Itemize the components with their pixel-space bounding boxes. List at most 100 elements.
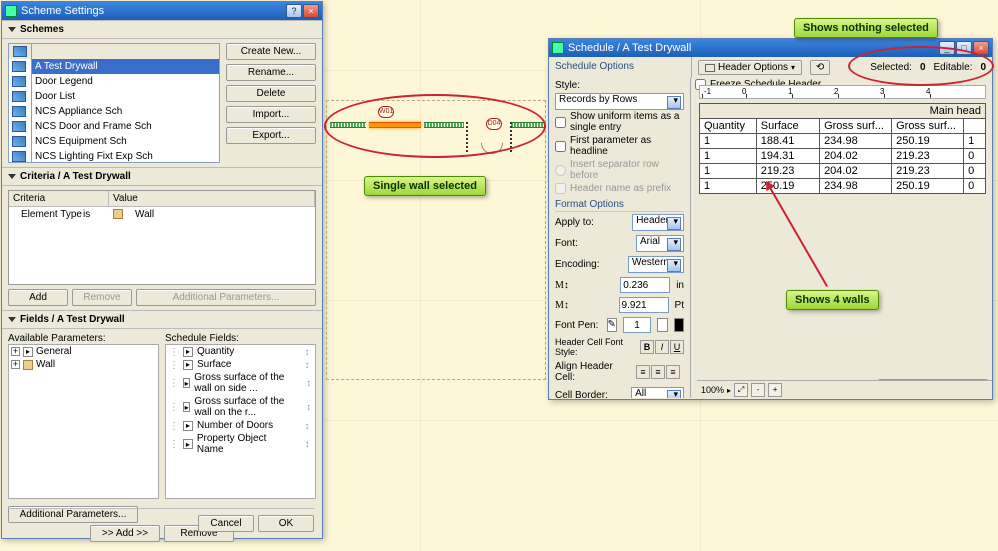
zoom-out-button[interactable]: - — [751, 383, 765, 397]
scheme-item[interactable]: NCS Lighting Fixt Exp Sch — [32, 149, 219, 163]
col-quantity[interactable]: Quantity — [700, 119, 757, 134]
field-row[interactable]: ⋮▸Gross surface of the wall on the r...↕ — [166, 395, 315, 419]
col-gross1[interactable]: Gross surf... — [820, 119, 892, 134]
close-icon[interactable]: × — [303, 4, 319, 18]
table-row[interactable]: 1188.41234.98250.191 — [700, 134, 986, 149]
scheme-icon-col — [8, 43, 32, 163]
field-row[interactable]: ⋮▸Surface↕ — [166, 358, 315, 371]
sort-icon[interactable]: ↕ — [302, 421, 312, 431]
available-params-tree[interactable]: +▸General +Wall — [8, 344, 159, 499]
col-surface[interactable]: Surface — [756, 119, 819, 134]
create-new-button[interactable]: Create New... — [226, 43, 316, 60]
pen-preview-fill[interactable] — [674, 318, 685, 332]
schedule-fields-list[interactable]: ⋮▸Quantity↕ ⋮▸Surface↕ ⋮▸Gross surface o… — [165, 344, 316, 499]
expand-icon[interactable]: + — [11, 360, 20, 369]
drag-icon[interactable]: ⋮ — [169, 378, 179, 388]
style-dropdown[interactable]: Records by Rows — [555, 93, 684, 110]
schedule-options-title: Schedule Options — [555, 59, 685, 73]
ok-button[interactable]: OK — [258, 515, 314, 532]
scheme-list[interactable]: A Test Drywall Door Legend Door List NCS… — [32, 43, 220, 163]
collapse-icon[interactable] — [8, 317, 16, 322]
add-criteria-button[interactable]: Add — [8, 289, 68, 306]
zoom-in-button[interactable]: + — [768, 383, 782, 397]
drag-icon[interactable]: ⋮ — [169, 439, 179, 449]
field-icon: ▸ — [183, 402, 190, 412]
schedule-table[interactable]: Quantity Surface Gross surf... Gross sur… — [699, 118, 986, 194]
sort-icon[interactable]: ↕ — [302, 347, 312, 357]
font-dropdown[interactable]: Arial — [636, 235, 684, 252]
size-input[interactable] — [619, 297, 669, 313]
table-row[interactable]: 1194.31204.02219.230 — [700, 149, 986, 164]
collapse-icon[interactable] — [8, 27, 16, 32]
drag-icon[interactable]: ⋮ — [169, 402, 179, 412]
criteria-grid[interactable]: Criteria Value Element Type is Wall — [8, 190, 316, 285]
col-extra[interactable] — [964, 119, 986, 134]
field-icon: ▸ — [183, 439, 193, 449]
chk-first-headline[interactable]: First parameter as headline — [555, 134, 684, 158]
category-icon[interactable] — [13, 46, 27, 57]
scheme-item[interactable]: Door List — [32, 89, 219, 104]
zoom-fit-button[interactable]: ⤢ — [734, 383, 748, 397]
import-button[interactable]: Import... — [226, 106, 316, 123]
field-row[interactable]: ⋮▸Gross surface of the wall on side ...↕ — [166, 371, 315, 395]
scheme-item[interactable]: NCS Equipment Sch — [32, 134, 219, 149]
sort-icon[interactable]: ↕ — [302, 439, 312, 449]
scheme-item[interactable]: Door Legend — [32, 74, 219, 89]
chk-uniform[interactable]: Show uniform items as a single entry — [555, 110, 684, 134]
scheme-icon — [12, 91, 26, 102]
header-options-button[interactable]: Header Options ▾ — [698, 60, 802, 75]
scheme-item[interactable]: NCS Appliance Sch — [32, 104, 219, 119]
schedule-title: Schedule / A Test Drywall — [568, 42, 691, 54]
align-left-button[interactable]: ≡ — [636, 365, 650, 379]
bold-button[interactable]: B — [640, 340, 654, 354]
scheme-icon — [12, 151, 26, 162]
criteria-op: is — [83, 209, 113, 220]
rename-button[interactable]: Rename... — [226, 64, 316, 81]
apply-dropdown[interactable]: Header — [632, 214, 684, 231]
delete-button[interactable]: Delete — [226, 85, 316, 102]
field-row[interactable]: ⋮▸Property Object Name↕ — [166, 432, 315, 456]
callout-single-wall: Single wall selected — [364, 176, 486, 196]
tree-node[interactable]: +▸General — [9, 345, 158, 358]
height-input[interactable] — [620, 277, 670, 293]
drag-icon[interactable]: ⋮ — [169, 360, 179, 370]
sort-icon[interactable]: ↕ — [305, 402, 312, 412]
tree-node[interactable]: +Wall — [9, 358, 158, 371]
sort-icon[interactable]: ↕ — [302, 360, 312, 370]
horizontal-ruler[interactable]: -1 0 1 2 3 4 — [699, 85, 986, 99]
italic-button[interactable]: I — [655, 340, 669, 354]
field-icon: ▸ — [183, 378, 190, 388]
criteria-row[interactable]: Element Type is Wall — [9, 207, 315, 222]
align-right-button[interactable]: ≡ — [666, 365, 680, 379]
zoom-bar: 100% ▸ ⤢ - + — [697, 380, 992, 399]
help-button[interactable]: ? — [286, 4, 302, 18]
align-label: Align Header Cell: — [555, 361, 630, 383]
align-center-button[interactable]: ≡ — [651, 365, 665, 379]
field-row[interactable]: ⋮▸Number of Doors↕ — [166, 419, 315, 432]
table-row[interactable]: 1250.19234.98250.190 — [700, 179, 986, 194]
col-gross2[interactable]: Gross surf... — [892, 119, 964, 134]
expand-icon[interactable]: + — [11, 347, 20, 356]
scheme-item[interactable]: NCS Door and Frame Sch — [32, 119, 219, 134]
scheme-item-selected[interactable]: A Test Drywall — [32, 59, 219, 74]
wall-icon — [23, 360, 33, 370]
sort-icon[interactable]: ↕ — [305, 378, 312, 388]
pen-swatch[interactable]: ✎ — [607, 318, 618, 332]
encoding-dropdown[interactable]: Western — [628, 256, 684, 273]
collapse-icon[interactable] — [8, 174, 16, 179]
export-button[interactable]: Export... — [226, 127, 316, 144]
additional-parameters-button: Additional Parameters... — [136, 289, 316, 306]
drag-icon[interactable]: ⋮ — [169, 347, 179, 357]
drag-icon[interactable]: ⋮ — [169, 421, 179, 431]
field-row[interactable]: ⋮▸Quantity↕ — [166, 345, 315, 358]
refresh-icon[interactable]: ⟲ — [810, 60, 830, 75]
app-icon — [5, 5, 17, 17]
underline-button[interactable]: U — [670, 340, 684, 354]
cancel-button[interactable]: Cancel — [198, 515, 254, 532]
scheme-titlebar[interactable]: Scheme Settings ? × — [2, 2, 322, 20]
pen-preview[interactable] — [657, 318, 668, 332]
font-label: Font: — [555, 238, 630, 249]
cellborder-dropdown[interactable]: All borders — [631, 387, 684, 398]
table-row[interactable]: 1219.23204.02219.230 — [700, 164, 986, 179]
fontpen-input[interactable] — [623, 317, 651, 333]
